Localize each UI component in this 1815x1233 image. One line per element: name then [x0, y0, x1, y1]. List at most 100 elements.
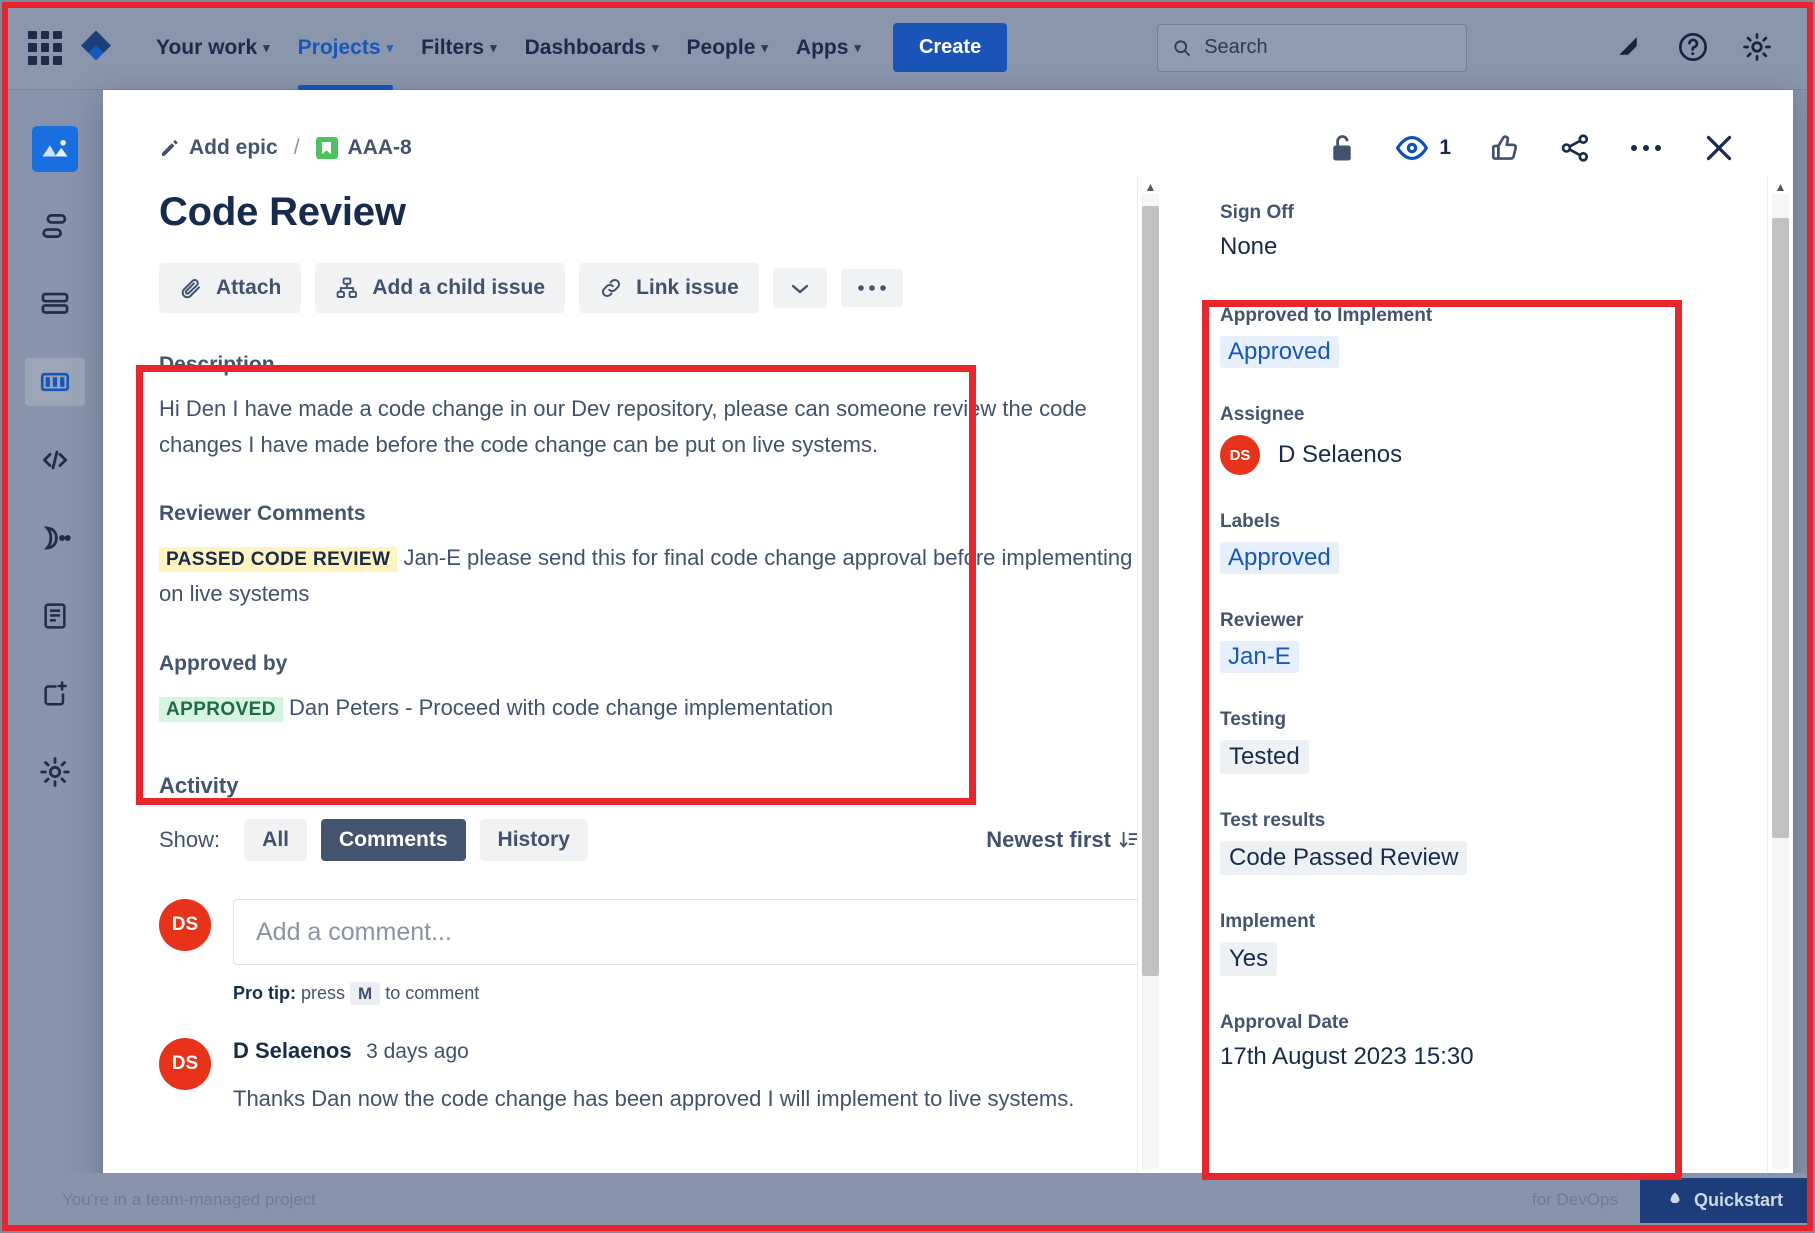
- status-bar-right: for DevOps Quickstart: [1532, 1178, 1809, 1223]
- nav-people[interactable]: People ▾: [673, 28, 782, 68]
- scrollbar-thumb[interactable]: [1142, 206, 1159, 976]
- sidebar-item-project-settings[interactable]: [25, 748, 85, 796]
- field-value-wrap: Approved: [1220, 336, 1745, 368]
- paperclip-icon: [179, 276, 203, 300]
- pages-icon: [39, 600, 71, 632]
- comment-input[interactable]: Add a comment...: [233, 899, 1141, 965]
- toolbar-more-actions[interactable]: [841, 269, 903, 307]
- content-scrollbar[interactable]: ▲ ▼: [1137, 176, 1163, 1187]
- search-input[interactable]: Search: [1157, 24, 1467, 72]
- more-actions-icon[interactable]: [1629, 142, 1663, 154]
- nav-label: Your work: [156, 36, 257, 60]
- nav-filters[interactable]: Filters ▾: [407, 28, 511, 68]
- nav-apps[interactable]: Apps ▾: [782, 28, 875, 68]
- quickstart-label: Quickstart: [1694, 1190, 1783, 1211]
- field-value-wrap: Code Passed Review: [1220, 841, 1745, 875]
- nav-dashboards[interactable]: Dashboards ▾: [511, 28, 673, 68]
- comment-placeholder: Add a comment...: [256, 918, 452, 947]
- field-value[interactable]: Tested: [1220, 740, 1309, 774]
- watch-issue-button[interactable]: 1: [1395, 133, 1451, 163]
- watch-eye-icon: [1395, 133, 1429, 163]
- unlock-icon[interactable]: [1327, 131, 1357, 165]
- rocket-icon: [1666, 1191, 1684, 1209]
- nav-label: Apps: [796, 36, 849, 60]
- show-label: Show:: [159, 827, 220, 853]
- field-label: Assignee: [1220, 404, 1745, 426]
- watch-count: 1: [1439, 136, 1451, 160]
- field-assignee: Assignee DS D Selaenos: [1220, 404, 1745, 475]
- sidebar-item-deployments[interactable]: [25, 514, 85, 562]
- scroll-up-arrow-icon[interactable]: ▲: [1145, 180, 1157, 194]
- help-icon[interactable]: [1677, 31, 1711, 65]
- toolbar-more-dropdown[interactable]: [773, 268, 827, 308]
- like-issue-button[interactable]: [1489, 132, 1521, 164]
- create-button[interactable]: Create: [893, 23, 1007, 72]
- description-heading: Description: [159, 353, 1141, 377]
- backlog-icon: [38, 287, 72, 321]
- field-value[interactable]: None: [1220, 233, 1745, 261]
- field-sign-off: Sign Off None: [1220, 202, 1745, 261]
- tab-comments[interactable]: Comments: [321, 819, 466, 861]
- attach-button[interactable]: Attach: [159, 263, 301, 313]
- search-placeholder: Search: [1204, 36, 1267, 59]
- scroll-up-arrow-icon[interactable]: ▲: [1775, 180, 1787, 194]
- nav-label: Projects: [298, 36, 381, 60]
- field-value[interactable]: Yes: [1220, 942, 1277, 976]
- reviewer-comments-section: Reviewer Comments PASSED CODE REVIEW Jan…: [159, 502, 1141, 611]
- sidebar-item-backlog[interactable]: [25, 280, 85, 328]
- notifications-icon[interactable]: [1613, 31, 1647, 65]
- tab-all[interactable]: All: [244, 819, 307, 861]
- field-value[interactable]: Approved: [1220, 542, 1339, 574]
- passed-code-review-badge: PASSED CODE REVIEW: [159, 547, 397, 572]
- share-issue-button[interactable]: [1559, 132, 1591, 164]
- field-value[interactable]: Approved: [1220, 336, 1339, 368]
- issue-detail-modal: Add epic / AAA-8: [103, 90, 1793, 1187]
- assignee-row[interactable]: DS D Selaenos: [1220, 435, 1745, 475]
- sidebar-item-board[interactable]: [25, 358, 85, 406]
- add-child-issue-button[interactable]: Add a child issue: [315, 263, 565, 313]
- field-value[interactable]: Jan-E: [1220, 641, 1299, 673]
- nav-your-work[interactable]: Your work ▾: [142, 28, 284, 68]
- avatar: DS: [1220, 435, 1260, 475]
- link-issue-button[interactable]: Link issue: [579, 263, 759, 313]
- breadcrumb-separator: /: [294, 136, 300, 160]
- nav-projects[interactable]: Projects ▾: [284, 28, 407, 68]
- field-value-wrap: Approved: [1220, 542, 1745, 574]
- field-value[interactable]: Code Passed Review: [1220, 841, 1467, 875]
- comment-author: D Selaenos: [233, 1038, 352, 1063]
- quickstart-button[interactable]: Quickstart: [1640, 1178, 1809, 1223]
- activity-heading: Activity: [159, 773, 1141, 799]
- deployments-icon: [38, 521, 72, 555]
- scrollbar-thumb[interactable]: [1772, 218, 1789, 838]
- add-shortcut-icon: [39, 678, 71, 710]
- roadmap-icon: [38, 209, 72, 243]
- fields-scrollbar[interactable]: ▲ ▼: [1767, 176, 1793, 1187]
- sidebar-item-code[interactable]: [25, 436, 85, 484]
- chevron-down-icon: ▾: [652, 40, 659, 56]
- pro-tip-key: M: [350, 982, 380, 1005]
- field-label: Test results: [1220, 810, 1745, 832]
- close-icon[interactable]: [1701, 130, 1737, 166]
- avatar: DS: [159, 899, 211, 951]
- nav-label: Dashboards: [525, 36, 646, 60]
- sidebar-item-pages[interactable]: [25, 592, 85, 640]
- comment-text: Thanks Dan now the code change has been …: [233, 1082, 1141, 1115]
- settings-icon[interactable]: [1741, 31, 1775, 65]
- project-avatar-icon: [40, 136, 70, 162]
- sidebar-item-roadmap[interactable]: [25, 202, 85, 250]
- breadcrumb-issue-key[interactable]: AAA-8: [316, 136, 412, 160]
- more-options-icon: [857, 282, 887, 294]
- sort-order-button[interactable]: Newest first: [986, 827, 1141, 853]
- breadcrumb-add-epic[interactable]: Add epic: [159, 136, 278, 160]
- field-test-results: Test results Code Passed Review: [1220, 810, 1745, 875]
- tab-history[interactable]: History: [480, 819, 588, 861]
- jira-logo-icon[interactable]: [76, 28, 116, 68]
- top-right-icons: [1613, 31, 1787, 65]
- field-approved-to-implement: Approved to Implement Approved: [1220, 305, 1745, 368]
- pro-tip-text: Pro tip: press M to comment: [233, 983, 1141, 1004]
- sidebar-item-add-shortcut[interactable]: [25, 670, 85, 718]
- sidebar-item-project-avatar[interactable]: [32, 126, 78, 172]
- breadcrumb-issue-key-label: AAA-8: [348, 136, 412, 160]
- app-switcher-icon[interactable]: [28, 31, 62, 65]
- field-value[interactable]: 17th August 2023 15:30: [1220, 1043, 1745, 1071]
